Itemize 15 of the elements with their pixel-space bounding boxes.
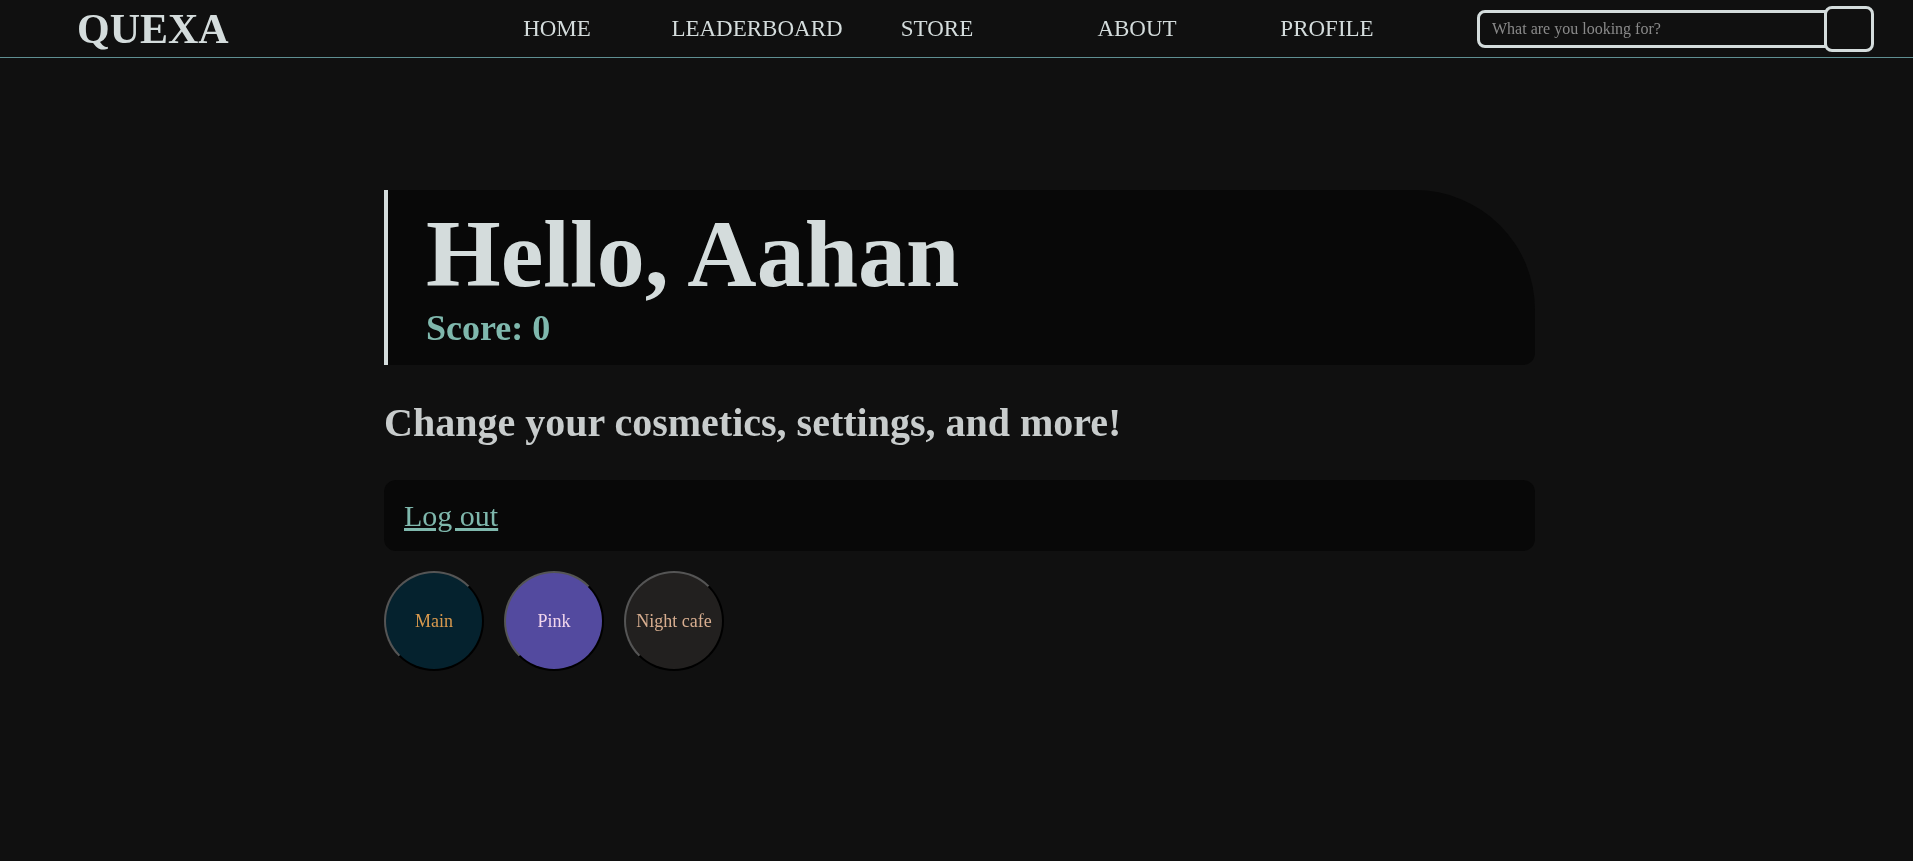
greeting-title: Hello, Aahan — [426, 200, 960, 308]
theme-button[interactable]: Pink — [504, 571, 604, 671]
nav-link[interactable]: PROFILE — [1247, 15, 1407, 42]
nav-link[interactable]: ABOUT — [1057, 15, 1217, 42]
subtitle: Change your cosmetics, settings, and more! — [384, 399, 1122, 446]
search-button[interactable] — [1824, 5, 1874, 52]
site-logo[interactable]: QUEXA — [77, 4, 437, 53]
score-text: Score: 0 — [426, 308, 552, 348]
nav-link[interactable]: HOME — [477, 15, 637, 42]
nav-link[interactable]: STORE — [877, 15, 997, 42]
search-field[interactable]: What are you looking for? — [1477, 9, 1827, 48]
logout-link[interactable]: Log out — [404, 498, 499, 533]
theme-button[interactable]: Night cafe — [624, 571, 724, 671]
theme-button[interactable]: Main — [384, 571, 484, 671]
nav-link[interactable]: LEADERBOARD — [657, 15, 857, 42]
